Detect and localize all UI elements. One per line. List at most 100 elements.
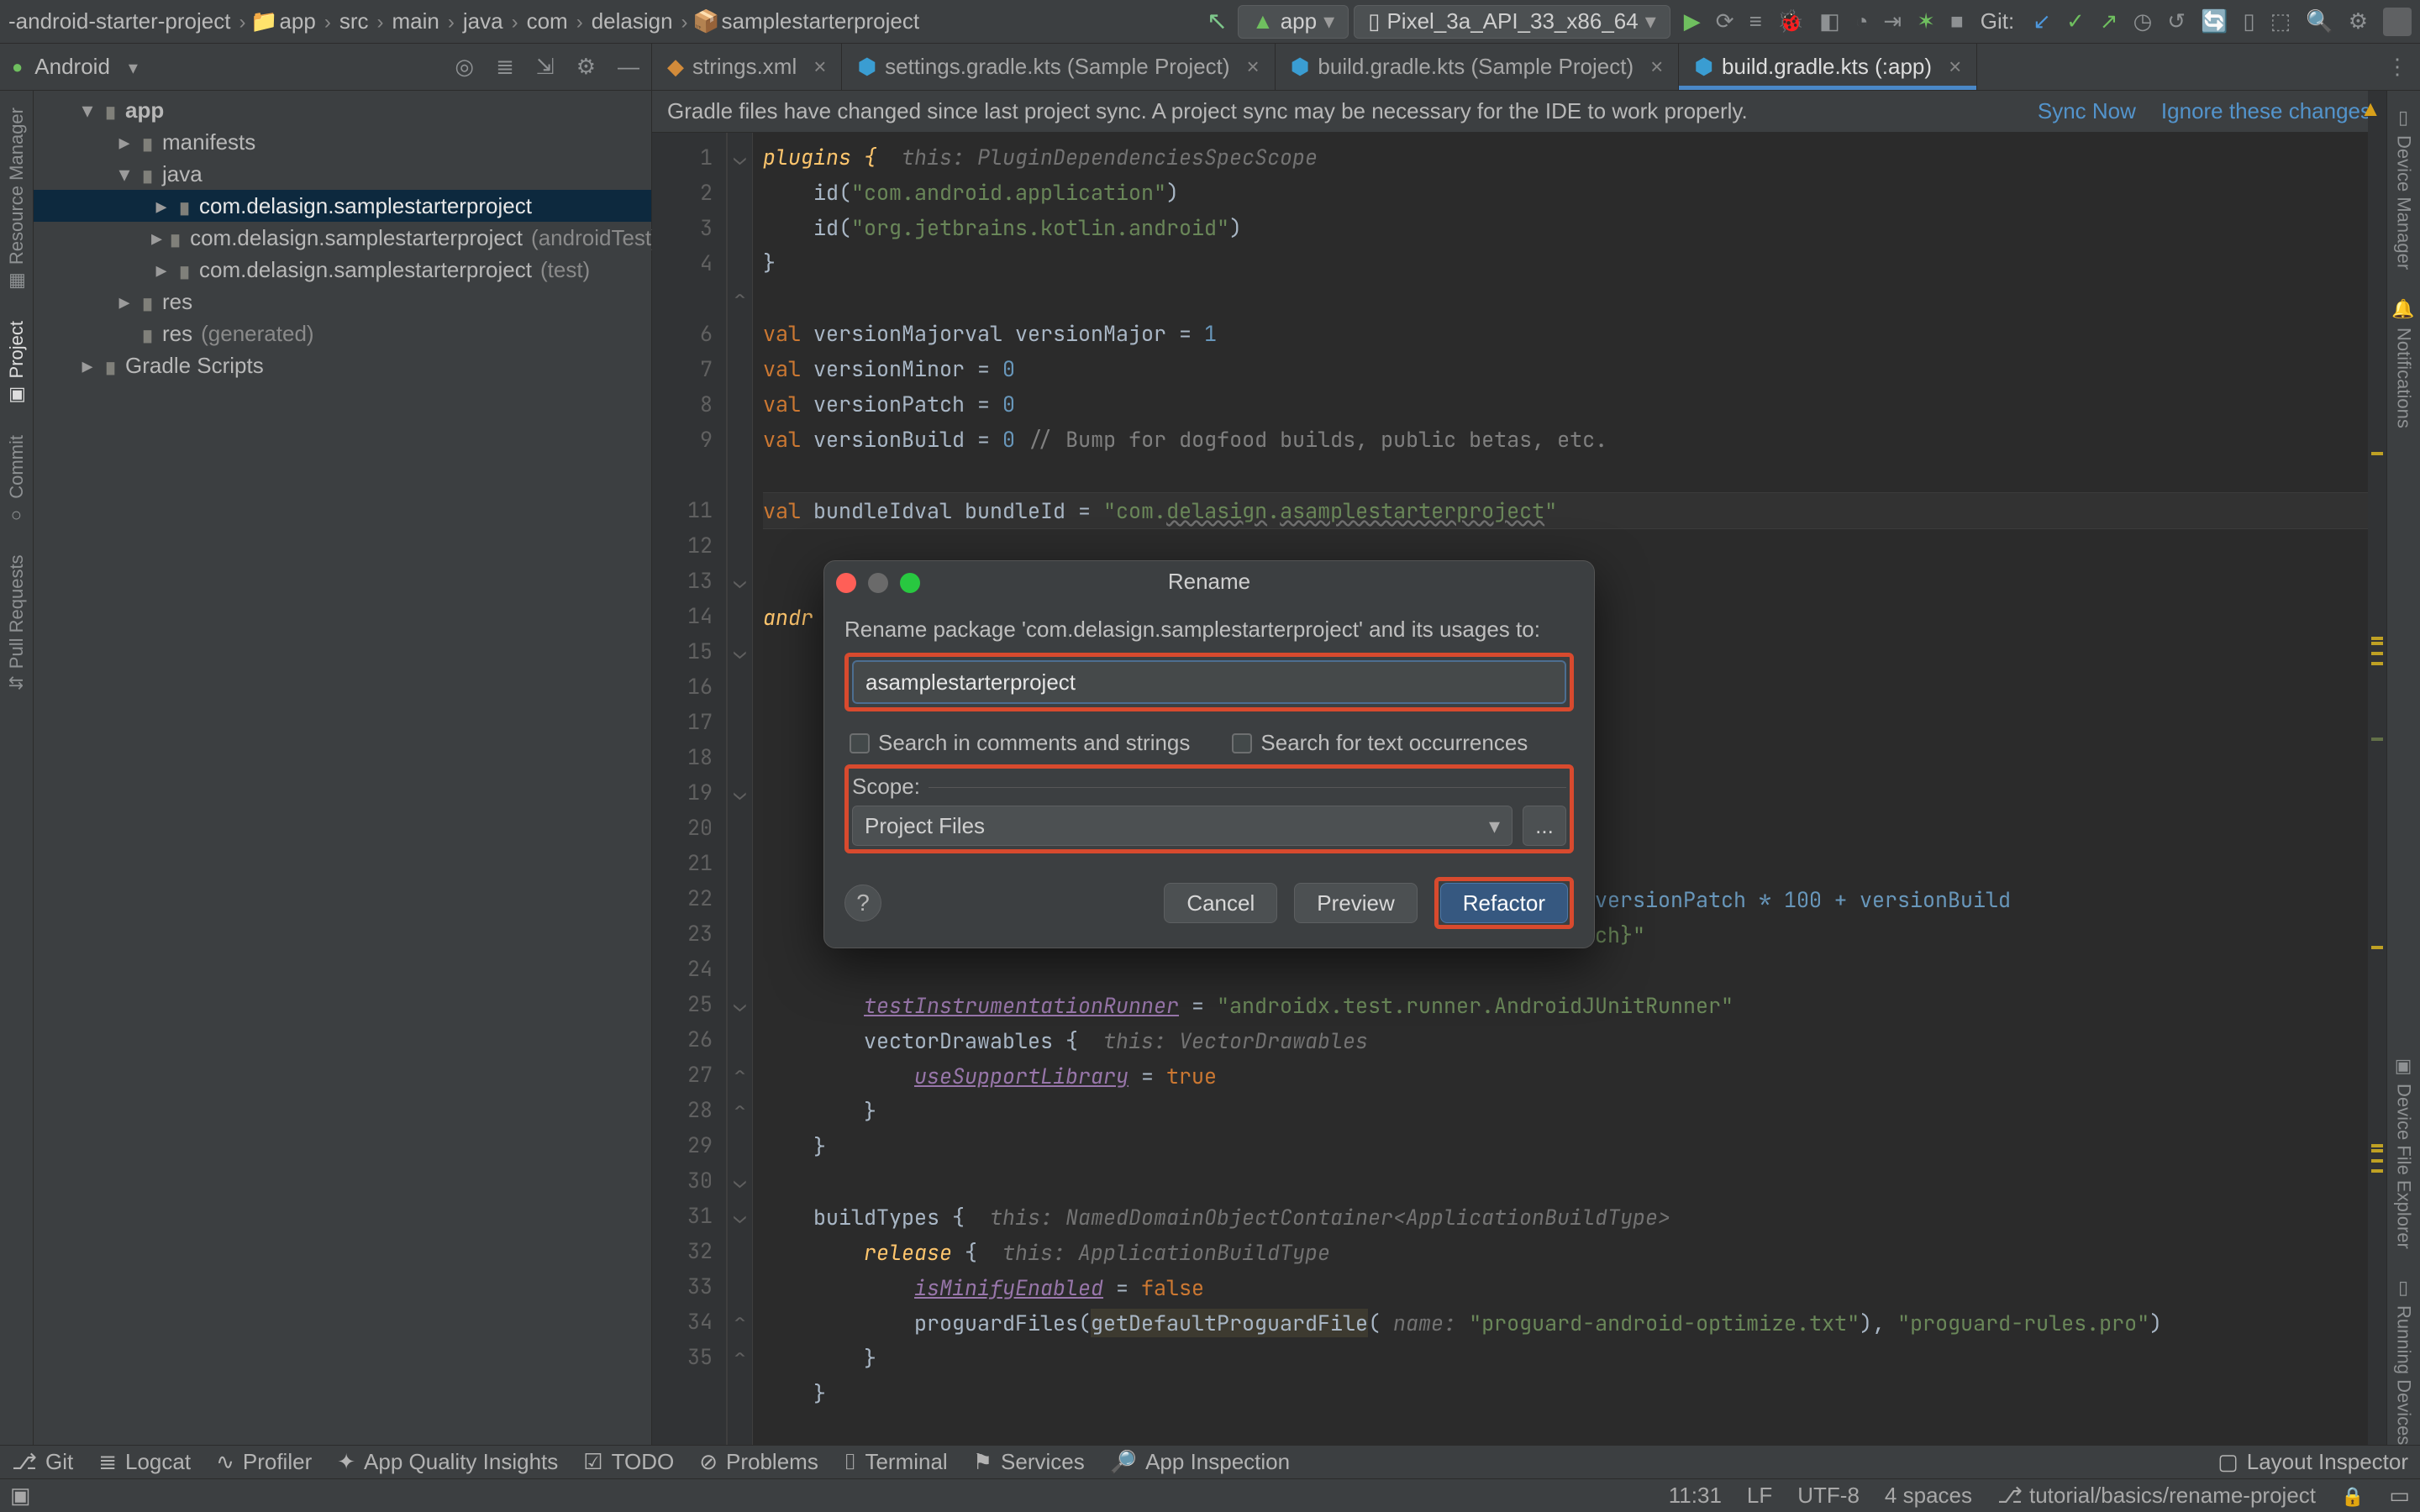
chevron-down-icon[interactable]	[77, 97, 97, 123]
run-config-combo[interactable]: ▲ app ▾	[1238, 5, 1349, 39]
project-view-header[interactable]: ● Android ◎ ≣ ⇲ ⚙ —	[0, 44, 652, 90]
gear-icon[interactable]: ⚙	[576, 54, 596, 80]
tool-project[interactable]: ▣Project	[6, 321, 28, 406]
hide-icon[interactable]: —	[618, 54, 639, 80]
profile-icon[interactable]: ◔	[1855, 8, 1869, 34]
nav-back-icon[interactable]: ↖	[1202, 7, 1233, 36]
tool-terminal[interactable]: ⌷Terminal	[844, 1449, 948, 1476]
search-everywhere-icon[interactable]: 🔍	[2306, 8, 2333, 34]
tool-services[interactable]: ⚑Services	[973, 1449, 1085, 1475]
tool-problems[interactable]: ⊘Problems	[699, 1449, 818, 1475]
tool-layout-inspector[interactable]: ▢Layout Inspector	[2217, 1449, 2408, 1475]
account-avatar[interactable]	[2383, 8, 2412, 36]
apply-code-icon[interactable]: ≡	[1749, 8, 1762, 34]
crumb-label[interactable]: delasign	[592, 8, 673, 34]
scope-more-button[interactable]: ...	[1523, 806, 1566, 846]
readonly-lock-icon[interactable]	[2341, 1483, 2364, 1509]
stop-icon[interactable]: ■	[1950, 8, 1964, 34]
close-window-icon[interactable]	[836, 573, 856, 593]
tree-node-res-generated[interactable]: res (generated)	[34, 318, 651, 349]
sdk-manager-icon[interactable]: ⬚	[2270, 8, 2291, 34]
toolwindow-toggle-icon[interactable]: ▣	[10, 1483, 31, 1509]
tab-settings-gradle[interactable]: ⬢ settings.gradle.kts (Sample Project) ×	[842, 44, 1275, 90]
chevron-right-icon[interactable]	[77, 353, 97, 379]
tree-node-java[interactable]: java	[34, 158, 651, 190]
tab-build-gradle-project[interactable]: ⬢ build.gradle.kts (Sample Project) ×	[1276, 44, 1680, 90]
close-icon[interactable]: ×	[1247, 54, 1260, 80]
tool-pull-requests[interactable]: ⇵Pull Requests	[6, 554, 28, 690]
crumb-label[interactable]: app	[279, 8, 315, 34]
help-button[interactable]: ?	[844, 885, 881, 921]
debug-icon[interactable]: 🐞	[1777, 8, 1804, 34]
chevron-right-icon[interactable]	[151, 225, 162, 251]
checkbox-search-text[interactable]: Search for text occurrences	[1232, 730, 1528, 756]
device-combo[interactable]: ▯ Pixel_3a_API_33_x86_64 ▾	[1354, 5, 1670, 39]
tool-app-quality[interactable]: ✦App Quality Insights	[337, 1449, 558, 1475]
file-encoding[interactable]: UTF-8	[1797, 1483, 1860, 1509]
indent-setting[interactable]: 4 spaces	[1885, 1483, 1972, 1509]
close-icon[interactable]: ×	[1949, 54, 1961, 80]
crumb-label[interactable]: main	[392, 8, 439, 34]
tool-notifications[interactable]: 🔔Notifications	[2393, 298, 2415, 428]
tool-app-inspection[interactable]: 🔎App Inspection	[1110, 1449, 1290, 1475]
preview-button[interactable]: Preview	[1294, 883, 1417, 923]
rename-input[interactable]	[852, 660, 1566, 704]
tree-node-package-androidtest[interactable]: com.delasign.samplestarterproject (andro…	[34, 222, 651, 254]
ignore-changes-link[interactable]: Ignore these changes	[2161, 98, 2371, 124]
dialog-titlebar[interactable]: Rename	[824, 561, 1594, 601]
rollback-icon[interactable]: ↺	[2167, 8, 2186, 34]
chevron-right-icon[interactable]	[151, 193, 171, 219]
crumb-label[interactable]: -android-starter-project	[8, 8, 230, 34]
breadcrumb[interactable]: -android-starter-project 📁app src main j…	[8, 8, 919, 34]
tree-node-app[interactable]: app	[34, 94, 651, 126]
chevron-right-icon[interactable]	[114, 129, 134, 155]
git-commit-icon[interactable]: ✓	[2066, 8, 2085, 34]
memory-indicator-icon[interactable]: ▭	[2389, 1483, 2410, 1509]
expand-icon[interactable]: ⇲	[536, 54, 555, 80]
avd-manager-icon[interactable]: ▯	[2243, 8, 2254, 34]
tool-device-manager[interactable]: ▯Device Manager	[2393, 108, 2415, 270]
tab-strings-xml[interactable]: ◆ strings.xml ×	[652, 44, 842, 90]
refactor-button[interactable]: Refactor	[1440, 883, 1568, 923]
tree-node-res[interactable]: res	[34, 286, 651, 318]
tool-todo[interactable]: ☑TODO	[583, 1449, 674, 1475]
crumb-label[interactable]: samplestarterproject	[722, 8, 920, 34]
more-run-icon[interactable]: ✶	[1917, 8, 1935, 34]
chevron-right-icon[interactable]	[114, 289, 134, 315]
target-icon[interactable]: ◎	[455, 54, 474, 80]
tree-node-gradle-scripts[interactable]: Gradle Scripts	[34, 349, 651, 381]
tree-node-package-test[interactable]: com.delasign.samplestarterproject (test)	[34, 254, 651, 286]
crumb-label[interactable]: java	[463, 8, 503, 34]
more-tabs-icon[interactable]: ⋮	[2386, 54, 2408, 80]
tree-node-package-main[interactable]: com.delasign.samplestarterproject	[34, 190, 651, 222]
tool-resource-manager[interactable]: ▦Resource Manager	[6, 108, 28, 292]
close-icon[interactable]: ×	[1650, 54, 1663, 80]
attach-debugger-icon[interactable]: ⇥	[1883, 8, 1902, 34]
project-tree[interactable]: app manifests java com.delasign.samplest…	[34, 91, 652, 1445]
chevron-down-icon[interactable]	[122, 54, 138, 80]
tool-commit[interactable]: ○Commit	[6, 435, 28, 527]
sync-project-icon[interactable]: 🔄	[2201, 8, 2228, 34]
run-icon[interactable]: ▶	[1684, 8, 1701, 34]
git-branch[interactable]: ⎇tutorial/basics/rename-project	[1997, 1483, 2316, 1509]
sync-now-link[interactable]: Sync Now	[2038, 98, 2136, 124]
scope-combo[interactable]: Project Files	[852, 806, 1512, 846]
git-pull-icon[interactable]: ↙	[2033, 8, 2051, 34]
apply-changes-icon[interactable]: ⟳	[1716, 8, 1734, 34]
settings-icon[interactable]: ⚙	[2349, 8, 2368, 34]
crumb-label[interactable]: com	[527, 8, 568, 34]
fold-gutter[interactable]: ⌄ ⌃ ⌄ ⌄ ⌄ ⌄ ⌃ ⌃ ⌄ ⌄ ⌃ ⌃	[728, 133, 753, 1445]
caret-position[interactable]: 11:31	[1669, 1483, 1722, 1509]
zoom-window-icon[interactable]	[900, 573, 920, 593]
tool-git[interactable]: ⎇Git	[12, 1449, 73, 1475]
error-stripe[interactable]: ▲	[2368, 91, 2386, 1445]
checkbox-search-comments[interactable]: Search in comments and strings	[850, 730, 1190, 756]
cancel-button[interactable]: Cancel	[1164, 883, 1277, 923]
coverage-icon[interactable]: ◧	[1819, 8, 1840, 34]
history-icon[interactable]: ◷	[2133, 8, 2153, 34]
tool-profiler[interactable]: ∿Profiler	[216, 1449, 312, 1475]
line-separator[interactable]: LF	[1747, 1483, 1772, 1509]
tool-device-file-explorer[interactable]: ▣Device File Explorer	[2393, 1056, 2415, 1249]
chevron-down-icon[interactable]	[114, 161, 134, 187]
git-push-icon[interactable]: ↗	[2100, 8, 2118, 34]
